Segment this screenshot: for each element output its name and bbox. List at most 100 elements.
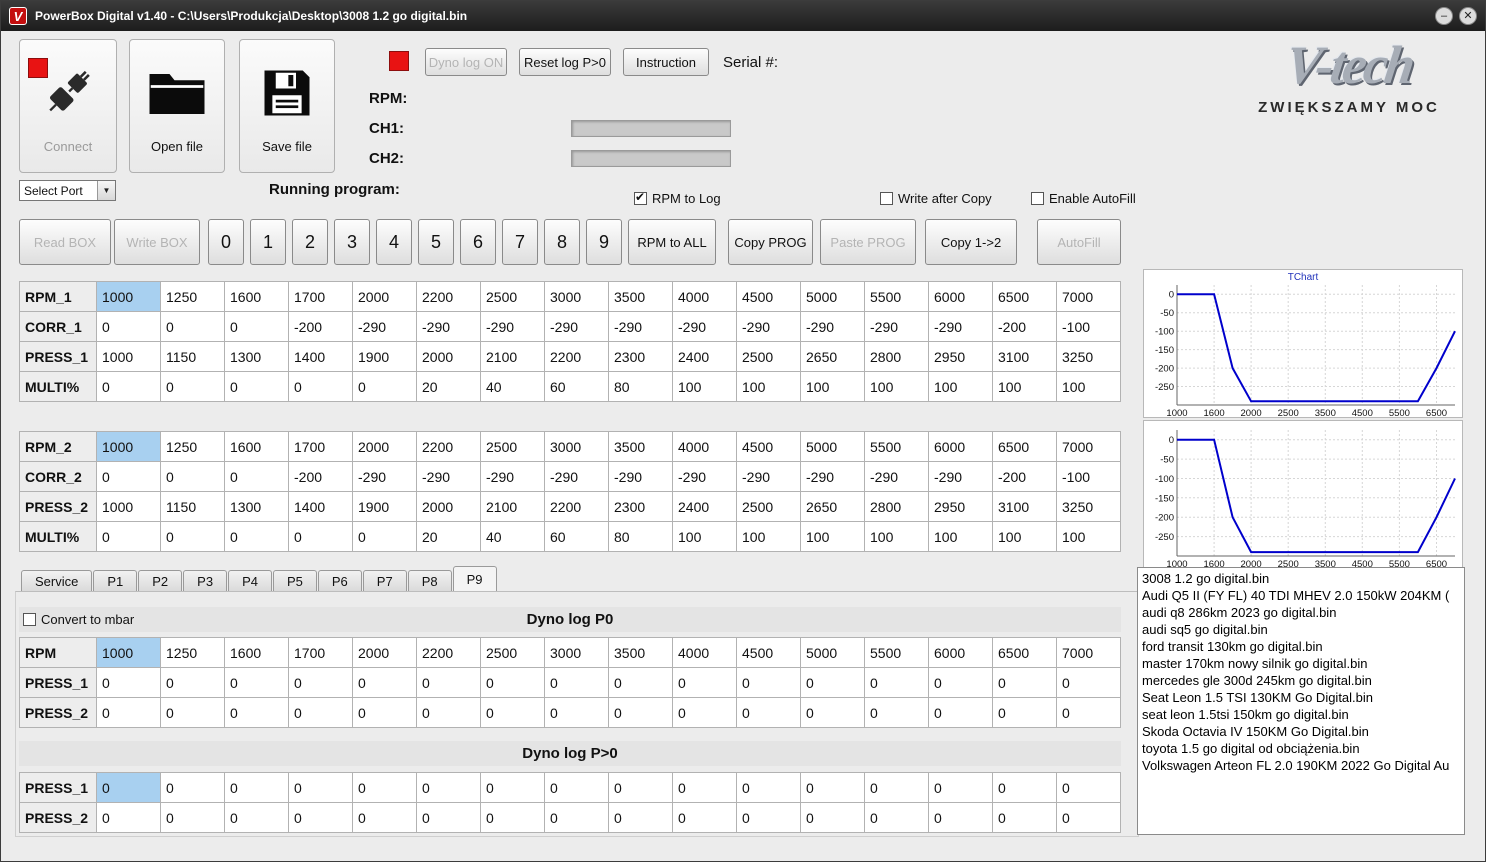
grid-cell[interactable]: -290 <box>480 461 545 492</box>
grid-cell[interactable]: 2200 <box>544 491 609 522</box>
grid-cell[interactable]: 6000 <box>928 637 993 668</box>
grid-cell[interactable]: 0 <box>992 772 1057 803</box>
grid-cell[interactable]: 0 <box>96 311 161 342</box>
grid-cell[interactable]: 0 <box>864 697 929 728</box>
tab-p8[interactable]: P8 <box>407 570 452 592</box>
file-list-item[interactable]: audi sq5 go digital.bin <box>1138 621 1464 638</box>
grid-cell[interactable]: 1400 <box>288 491 353 522</box>
grid-cell[interactable]: 0 <box>928 772 993 803</box>
grid-cell[interactable]: 2000 <box>416 491 481 522</box>
program-1-button[interactable]: 1 <box>250 219 286 265</box>
grid-cell[interactable]: 0 <box>544 772 609 803</box>
autofill-button[interactable]: AutoFill <box>1037 219 1121 265</box>
grid-cell[interactable]: -290 <box>544 311 609 342</box>
grid-cell[interactable]: 1000 <box>96 637 161 668</box>
grid-cell[interactable]: 0 <box>928 802 993 833</box>
chevron-down-icon[interactable]: ▼ <box>97 181 115 200</box>
grid-cell[interactable]: 1150 <box>160 491 225 522</box>
grid-cell[interactable]: 1900 <box>352 491 417 522</box>
grid-cell[interactable]: 1900 <box>352 341 417 372</box>
grid-cell[interactable]: 0 <box>288 371 353 402</box>
grid-cell[interactable]: 4500 <box>736 637 801 668</box>
grid-cell[interactable]: 2300 <box>608 341 673 372</box>
grid-cell[interactable]: 0 <box>800 802 865 833</box>
grid-cell[interactable]: 2800 <box>864 341 929 372</box>
grid-cell[interactable]: 6500 <box>992 431 1057 462</box>
grid-cell[interactable]: 0 <box>608 697 673 728</box>
grid-cell[interactable]: 0 <box>608 772 673 803</box>
copy-1-to-2-button[interactable]: Copy 1->2 <box>925 219 1017 265</box>
grid-cell[interactable]: 7000 <box>1056 637 1121 668</box>
tab-p5[interactable]: P5 <box>272 570 317 592</box>
grid-cell[interactable]: 1400 <box>288 341 353 372</box>
grid-cell[interactable]: 1300 <box>224 491 289 522</box>
grid-cell[interactable]: 100 <box>672 371 737 402</box>
grid-cell[interactable]: -290 <box>864 311 929 342</box>
grid-cell[interactable]: 0 <box>96 371 161 402</box>
tab-service[interactable]: Service <box>21 570 93 592</box>
grid-cell[interactable]: 80 <box>608 521 673 552</box>
grid-cell[interactable]: 3500 <box>608 637 673 668</box>
grid-cell[interactable]: 2950 <box>928 491 993 522</box>
grid-cell[interactable]: 2300 <box>608 491 673 522</box>
grid-cell[interactable]: -290 <box>416 461 481 492</box>
grid-cell[interactable]: 0 <box>1056 772 1121 803</box>
grid-cell[interactable]: 1600 <box>224 431 289 462</box>
grid-cell[interactable]: 0 <box>1056 697 1121 728</box>
program-0-button[interactable]: 0 <box>208 219 244 265</box>
grid-cell[interactable]: -290 <box>416 311 481 342</box>
grid-cell[interactable]: 100 <box>800 521 865 552</box>
grid-cell[interactable]: 0 <box>96 521 161 552</box>
grid-cell[interactable]: 0 <box>160 521 225 552</box>
grid-cell[interactable]: 20 <box>416 521 481 552</box>
file-list-item[interactable]: ford transit 130km go digital.bin <box>1138 638 1464 655</box>
grid-cell[interactable]: -200 <box>992 311 1057 342</box>
grid-cell[interactable]: 5000 <box>800 281 865 312</box>
grid-cell[interactable]: 7000 <box>1056 431 1121 462</box>
grid-cell[interactable]: 0 <box>224 772 289 803</box>
grid-cell[interactable]: -290 <box>672 311 737 342</box>
grid-cell[interactable]: 3250 <box>1056 491 1121 522</box>
grid-cell[interactable]: 3500 <box>608 281 673 312</box>
grid-cell[interactable]: 0 <box>160 772 225 803</box>
grid-cell[interactable]: 1000 <box>96 491 161 522</box>
grid-cell[interactable]: -290 <box>672 461 737 492</box>
grid-cell[interactable]: 2000 <box>352 281 417 312</box>
grid-cell[interactable]: 4500 <box>736 431 801 462</box>
write-after-copy-checkbox[interactable]: Write after Copy <box>880 191 992 206</box>
grid-cell[interactable]: 1700 <box>288 431 353 462</box>
grid-cell[interactable]: -290 <box>864 461 929 492</box>
grid-cell[interactable]: 1300 <box>224 341 289 372</box>
grid-cell[interactable]: -290 <box>800 461 865 492</box>
grid-cell[interactable]: 100 <box>1056 521 1121 552</box>
grid-cell[interactable]: 80 <box>608 371 673 402</box>
rpm-to-log-checkbox[interactable]: RPM to Log <box>634 190 721 206</box>
reset-log-button[interactable]: Reset log P>0 <box>519 48 611 76</box>
grid-cell[interactable]: 2400 <box>672 341 737 372</box>
grid-cell[interactable]: 0 <box>160 802 225 833</box>
file-list-item[interactable]: master 170km nowy silnik go digital.bin <box>1138 655 1464 672</box>
grid-cell[interactable]: -200 <box>288 461 353 492</box>
tab-p9[interactable]: P9 <box>452 566 497 592</box>
grid-cell[interactable]: 4000 <box>672 281 737 312</box>
grid-cell[interactable]: 1250 <box>160 431 225 462</box>
grid-cell[interactable]: 7000 <box>1056 281 1121 312</box>
grid-cell[interactable]: 2500 <box>736 341 801 372</box>
grid-cell[interactable]: 100 <box>928 521 993 552</box>
grid-cell[interactable]: 5500 <box>864 431 929 462</box>
grid-cell[interactable]: 6500 <box>992 281 1057 312</box>
dyno-log-on-button[interactable]: Dyno log ON <box>425 48 507 76</box>
grid-cell[interactable]: 2200 <box>544 341 609 372</box>
grid-cell[interactable]: 1000 <box>96 431 161 462</box>
grid-cell[interactable]: 4000 <box>672 431 737 462</box>
grid-cell[interactable]: 20 <box>416 371 481 402</box>
grid-cell[interactable]: 2500 <box>480 431 545 462</box>
grid-cell[interactable]: 0 <box>352 772 417 803</box>
grid-cell[interactable]: 0 <box>96 802 161 833</box>
file-list-item[interactable]: 3008 1.2 go digital.bin <box>1138 570 1464 587</box>
grid-cell[interactable]: 1700 <box>288 637 353 668</box>
grid-cell[interactable]: 0 <box>224 311 289 342</box>
grid-cell[interactable]: 0 <box>352 521 417 552</box>
file-list-item[interactable]: Skoda Octavia IV 150KM Go Digital.bin <box>1138 723 1464 740</box>
grid-cell[interactable]: -290 <box>928 461 993 492</box>
